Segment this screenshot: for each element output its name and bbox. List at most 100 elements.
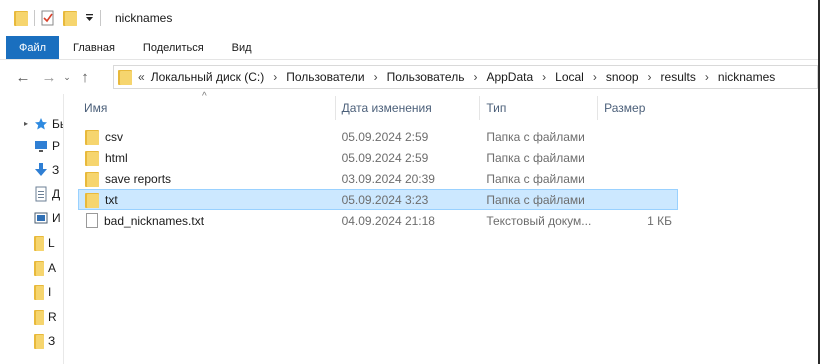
nav-item-label: L	[48, 236, 55, 250]
tab-share[interactable]: Поделиться	[129, 36, 218, 59]
file-size: 1 КБ	[647, 213, 673, 228]
expand-arrow-icon[interactable]: ▸	[24, 119, 28, 128]
new-folder-icon	[63, 10, 77, 26]
nav-item-desktop[interactable]: Р	[34, 136, 60, 156]
pictures-icon	[34, 212, 48, 224]
nav-item-label: Бы	[52, 117, 63, 131]
folder-icon	[34, 333, 44, 349]
column-header-date[interactable]: Дата изменения	[336, 96, 481, 120]
nav-item-label: Д	[52, 187, 61, 201]
navigation-bar: ← → ⌄ ↑ « Локальный диск (C:) › Пользова…	[0, 60, 818, 94]
folder-icon	[85, 171, 99, 187]
chevron-right-icon[interactable]: ›	[273, 70, 277, 84]
nav-item-label: И	[52, 211, 61, 225]
nav-item-folder-3[interactable]: I	[34, 282, 51, 302]
recent-locations-button[interactable]: ⌄	[60, 66, 74, 88]
file-list-view: ^ Имя Дата изменения Тип Размер csv 05.0…	[64, 91, 818, 364]
tab-view[interactable]: Вид	[218, 36, 266, 59]
folder-icon	[85, 192, 99, 208]
star-icon	[35, 118, 47, 130]
breadcrumb-local[interactable]: Local	[555, 70, 584, 84]
nav-item-label: Р	[52, 139, 61, 153]
file-name-cell: bad_nicknames.txt	[78, 213, 336, 228]
nav-item-folder-5[interactable]: З	[34, 331, 55, 351]
nav-item-folder-4[interactable]: R	[34, 307, 57, 327]
file-name-cell: html	[78, 150, 336, 166]
nav-item-folder-2[interactable]: А	[34, 258, 56, 278]
file-type: Папка с файлами	[486, 192, 585, 207]
nav-item-label: З	[52, 163, 60, 177]
file-type: Папка с файлами	[486, 150, 585, 165]
file-name-cell: csv	[78, 129, 336, 145]
new-folder-button[interactable]	[63, 10, 77, 26]
customize-toolbar-button[interactable]	[85, 13, 94, 23]
column-header: Имя Дата изменения Тип Размер	[78, 96, 678, 120]
folder-icon	[85, 129, 99, 145]
column-header-name[interactable]: Имя	[78, 96, 336, 120]
chevron-down-icon: ⌄	[63, 71, 71, 82]
folder-icon	[34, 284, 44, 300]
title-bar: nicknames	[0, 0, 818, 36]
file-row-txt[interactable]: txt 05.09.2024 3:23 Папка с файлами	[78, 189, 678, 210]
file-name: txt	[105, 192, 118, 207]
dropdown-arrow-icon	[86, 14, 93, 21]
breadcrumb-user[interactable]: Пользователь	[387, 70, 465, 84]
nav-item-folder-1[interactable]: L	[34, 233, 55, 253]
file-row-save-reports[interactable]: save reports 03.09.2024 20:39 Папка с фа…	[78, 168, 678, 189]
chevron-right-icon[interactable]: ›	[473, 70, 477, 84]
folder-icon	[34, 235, 44, 251]
folder-icon	[34, 309, 44, 325]
file-row-html[interactable]: html 05.09.2024 2:59 Папка с файлами	[78, 147, 678, 168]
breadcrumb-results[interactable]: results	[661, 70, 696, 84]
forward-arrow-icon: →	[41, 68, 57, 86]
chevron-right-icon[interactable]: ›	[648, 70, 652, 84]
ribbon-tabs: Файл Главная Поделиться Вид	[0, 36, 818, 60]
chevron-right-icon[interactable]: ›	[542, 70, 546, 84]
column-header-type[interactable]: Тип	[480, 96, 599, 120]
column-header-size[interactable]: Размер	[598, 96, 678, 120]
folder-icon	[118, 69, 132, 85]
navigation-pane: ▸ Бы Р З Д И L А I R З	[0, 94, 64, 364]
back-button[interactable]: ←	[12, 66, 34, 88]
file-date: 05.09.2024 2:59	[341, 129, 429, 144]
chevron-right-icon[interactable]: ›	[705, 70, 709, 84]
toolbar-divider	[34, 10, 35, 26]
window-title: nicknames	[115, 11, 173, 25]
text-file-icon	[86, 213, 98, 228]
file-row-bad-nicknames[interactable]: bad_nicknames.txt 04.09.2024 21:18 Текст…	[78, 210, 678, 231]
breadcrumb-users[interactable]: Пользователи	[286, 70, 364, 84]
nav-item-downloads[interactable]: З	[34, 160, 59, 180]
breadcrumb-appdata[interactable]: AppData	[486, 70, 533, 84]
up-button[interactable]: ↑	[74, 66, 96, 88]
chevron-right-icon[interactable]: ›	[593, 70, 597, 84]
file-type: Текстовый докум...	[486, 213, 592, 228]
file-row-csv[interactable]: csv 05.09.2024 2:59 Папка с файлами	[78, 126, 678, 147]
nav-item-quick-access[interactable]: Бы	[34, 114, 63, 134]
nav-item-pictures[interactable]: И	[34, 208, 61, 228]
quick-access-toolbar	[0, 10, 107, 26]
breadcrumb-nicknames[interactable]: nicknames	[718, 70, 775, 84]
desktop-icon	[35, 141, 47, 152]
file-name: html	[105, 150, 128, 165]
nav-item-label: I	[48, 285, 52, 299]
breadcrumb-snoop[interactable]: snoop	[606, 70, 639, 84]
file-date: 04.09.2024 21:18	[341, 213, 435, 228]
properties-icon	[41, 10, 54, 26]
breadcrumb-overflow[interactable]: «	[138, 70, 145, 84]
tab-file[interactable]: Файл	[6, 36, 60, 59]
properties-button[interactable]	[41, 10, 55, 26]
nav-item-label: З	[48, 334, 56, 348]
file-name-cell: txt	[78, 192, 336, 208]
folder-icon	[34, 260, 44, 276]
tab-home[interactable]: Главная	[59, 36, 129, 59]
file-rows: csv 05.09.2024 2:59 Папка с файлами html…	[78, 126, 678, 231]
breadcrumb-local-disk[interactable]: Локальный диск (C:)	[151, 70, 265, 84]
file-date: 03.09.2024 20:39	[341, 171, 435, 186]
forward-button[interactable]: →	[38, 66, 60, 88]
chevron-right-icon[interactable]: ›	[374, 70, 378, 84]
address-bar[interactable]: « Локальный диск (C:) › Пользователи › П…	[113, 65, 818, 89]
download-icon	[35, 163, 47, 176]
nav-item-label: А	[48, 261, 57, 275]
file-type: Папка с файлами	[486, 129, 585, 144]
nav-item-documents[interactable]: Д	[34, 184, 60, 204]
